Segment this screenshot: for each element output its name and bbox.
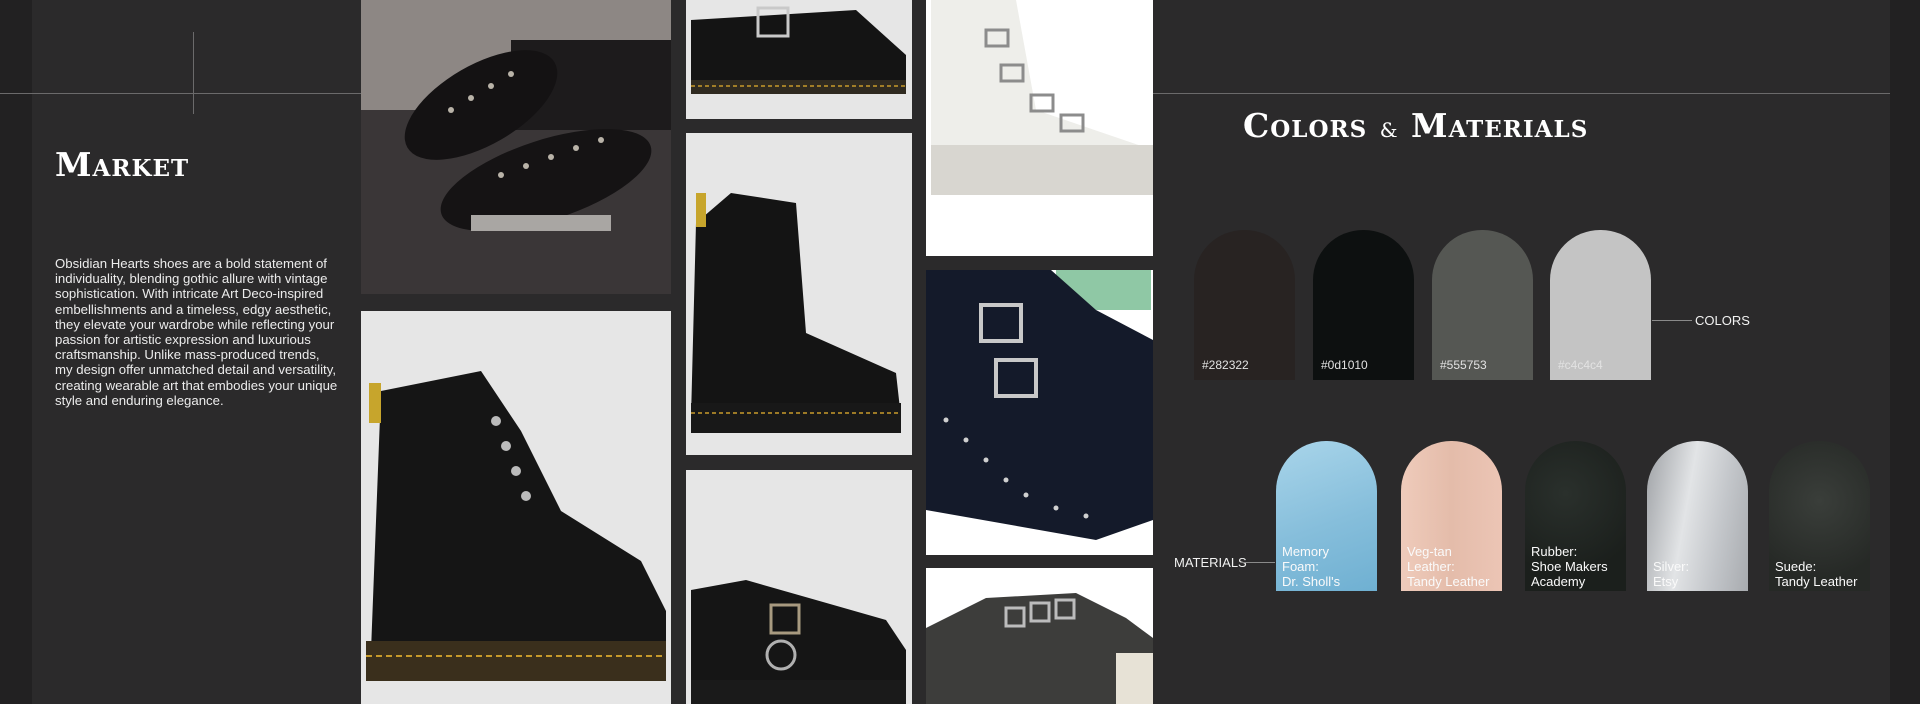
color-swatch: #0d1010	[1313, 230, 1414, 380]
divider-line-right	[1153, 93, 1890, 94]
color-swatch-hex: #0d1010	[1321, 358, 1368, 372]
title-ampersand: &	[1379, 118, 1399, 142]
colors-materials-title: Colors & Materials	[1243, 106, 1588, 145]
materials-label: MATERIALS	[1174, 555, 1247, 570]
material-label: Memory Foam: Dr. Sholl's	[1282, 544, 1341, 589]
market-title: Market	[55, 145, 190, 184]
black-buckle-shoe-photo	[686, 0, 912, 119]
color-swatch-hex: #c4c4c4	[1558, 358, 1603, 372]
color-swatch-hex: #555753	[1440, 358, 1487, 372]
materials-title-word: Materials	[1411, 106, 1589, 145]
black-zip-boot-photo	[686, 133, 912, 455]
divider-line-left	[0, 93, 361, 94]
color-swatch: #c4c4c4	[1550, 230, 1651, 380]
left-edge-band	[0, 0, 32, 704]
colors-connector-line	[1652, 320, 1692, 321]
studded-double-buckle-shoe-photo	[926, 270, 1153, 555]
material-swatch-suede: Suede: Tandy Leather	[1769, 441, 1870, 591]
colors-label: COLORS	[1695, 313, 1750, 328]
black-combat-boot-zipper-photo	[361, 311, 671, 704]
material-label: Suede: Tandy Leather	[1775, 559, 1858, 589]
right-edge-band	[1890, 0, 1920, 704]
market-description: Obsidian Hearts shoes are a bold stateme…	[55, 256, 338, 408]
material-swatch-veg-tan-leather: Veg-tan Leather: Tandy Leather	[1401, 441, 1502, 591]
color-swatch-hex: #282322	[1202, 358, 1249, 372]
colors-title-word: Colors	[1243, 106, 1368, 145]
material-swatch-memory-foam: Memory Foam: Dr. Sholl's	[1276, 441, 1377, 591]
material-label: Silver: Etsy	[1653, 559, 1690, 589]
materials-connector-line	[1241, 562, 1275, 563]
color-swatch: #282322	[1194, 230, 1295, 380]
material-label: Rubber: Shoe Makers Academy	[1531, 544, 1608, 589]
grey-buckle-sneaker-photo	[926, 568, 1153, 704]
black-buckle-loafer-photo	[686, 470, 912, 704]
color-swatch: #555753	[1432, 230, 1533, 380]
studded-oxford-photo	[361, 0, 671, 294]
material-swatch-silver: Silver: Etsy	[1647, 441, 1748, 591]
divider-line-vertical	[193, 32, 194, 114]
white-buckle-sneaker-photo	[926, 0, 1153, 256]
material-swatch-rubber: Rubber: Shoe Makers Academy	[1525, 441, 1626, 591]
material-label: Veg-tan Leather: Tandy Leather	[1407, 544, 1490, 589]
